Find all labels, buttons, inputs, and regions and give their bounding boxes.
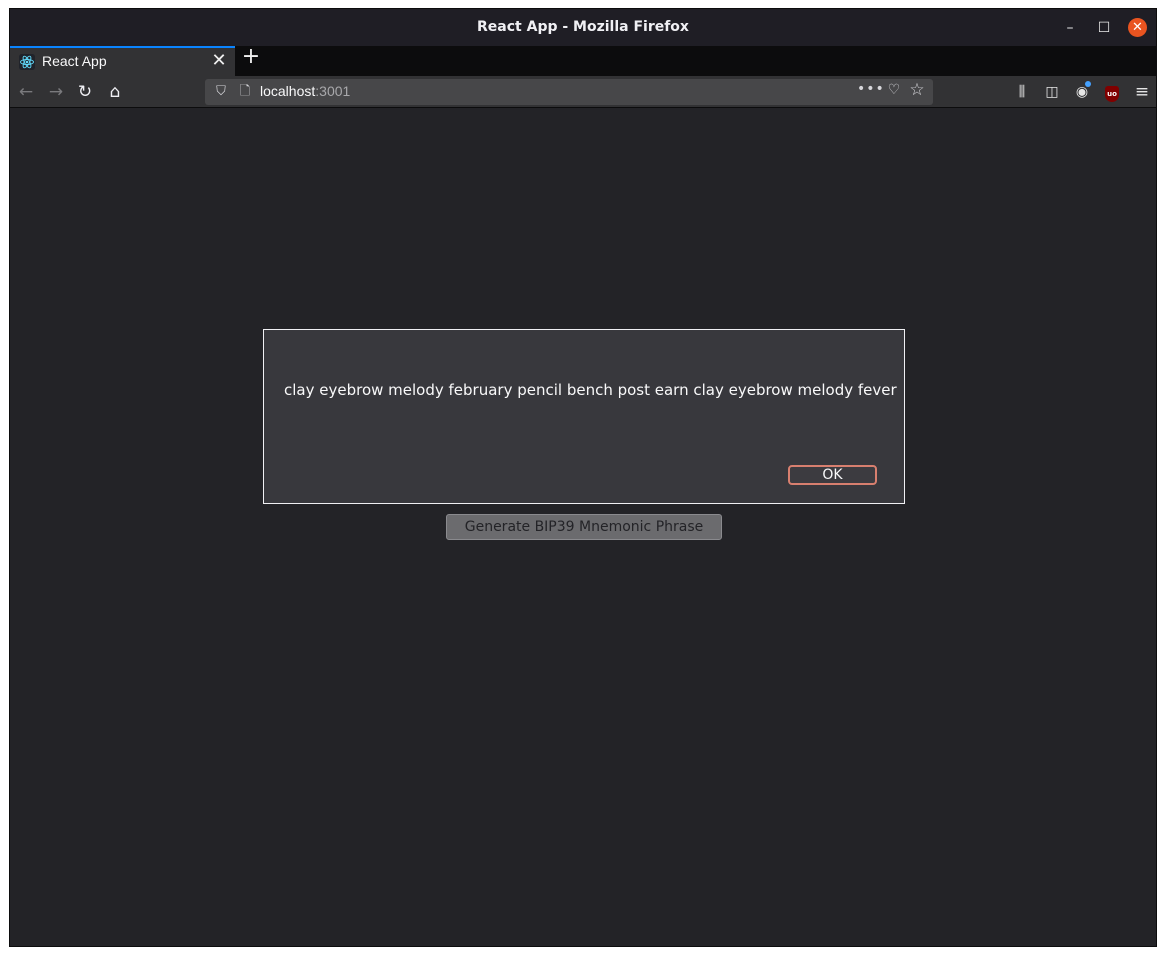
ok-button[interactable]: OK [788, 465, 877, 485]
generate-mnemonic-button[interactable]: Generate BIP39 Mnemonic Phrase [446, 514, 722, 540]
reload-icon[interactable]: ↻ [74, 81, 96, 103]
hamburger-menu-icon[interactable]: ≡ [1132, 82, 1152, 102]
url-bar[interactable]: ⛉ 🗋 localhost:3001 ••• ♡ ☆ [205, 79, 933, 105]
pocket-icon[interactable]: ♡ [885, 82, 903, 102]
notification-dot [1085, 81, 1091, 87]
bookmark-star-icon[interactable]: ☆ [907, 80, 927, 102]
forward-arrow-icon[interactable]: → [45, 81, 67, 103]
back-arrow-icon[interactable]: ← [15, 81, 37, 103]
maximize-icon[interactable]: ☐ [1094, 18, 1114, 38]
url-port: :3001 [315, 83, 351, 99]
tab-bar: React App ✕ + [10, 46, 1156, 76]
window-title: React App - Mozilla Firefox [477, 19, 689, 35]
home-icon[interactable]: ⌂ [104, 81, 126, 103]
browser-window: React App - Mozilla Firefox – ☐ ✕ React … [9, 8, 1157, 947]
more-actions-icon[interactable]: ••• [857, 81, 885, 97]
library-icon[interactable]: ⫼ [1012, 82, 1032, 102]
tab-label: React App [42, 53, 107, 69]
ublock-origin-icon[interactable]: uo [1102, 82, 1122, 102]
url-host: localhost [260, 83, 316, 99]
page-icon[interactable]: 🗋 [237, 83, 253, 101]
navigation-toolbar: ← → ↻ ⌂ ⛉ 🗋 localhost:3001 ••• ♡ ☆ ⫼ ◫ ◉… [10, 76, 1156, 108]
tracking-protection-shield-icon[interactable]: ⛉ [213, 83, 229, 101]
minimize-icon[interactable]: – [1060, 18, 1080, 38]
new-tab-icon[interactable]: + [240, 46, 262, 69]
close-window-icon[interactable]: ✕ [1128, 18, 1147, 37]
url-text[interactable]: localhost:3001 [260, 83, 350, 99]
dialog-message: clay eyebrow melody february pencil benc… [284, 381, 897, 399]
ublock-badge: uo [1105, 86, 1119, 102]
tab-react-app[interactable]: React App ✕ [10, 46, 235, 76]
page-content: clay eyebrow melody february pencil benc… [10, 108, 1156, 946]
close-tab-icon[interactable]: ✕ [210, 51, 228, 71]
alert-dialog: clay eyebrow melody february pencil benc… [263, 329, 905, 504]
account-icon[interactable]: ◉ [1072, 81, 1092, 102]
react-logo-icon [19, 54, 35, 70]
title-bar: React App - Mozilla Firefox – ☐ ✕ [10, 9, 1156, 46]
sidebar-icon[interactable]: ◫ [1042, 82, 1062, 102]
